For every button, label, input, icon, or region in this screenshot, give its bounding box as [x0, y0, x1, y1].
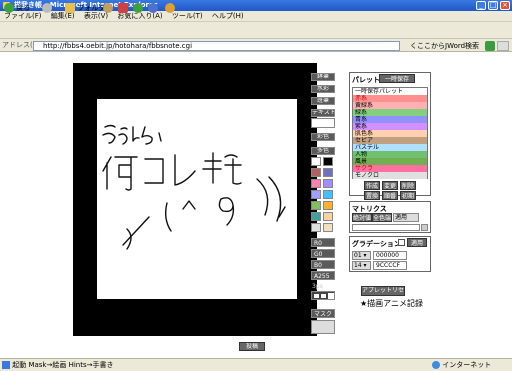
history-icon	[103, 3, 113, 13]
minimize-button[interactable]: _	[476, 1, 486, 10]
links-search[interactable]: くここからJWord検索	[410, 41, 479, 51]
color-swatch[interactable]	[323, 223, 333, 232]
drawing-strokes	[102, 124, 286, 250]
media-button[interactable]	[165, 3, 175, 14]
palette-item[interactable]: 青系	[353, 116, 427, 123]
maximize-button[interactable]: □	[488, 1, 498, 10]
palette-item[interactable]: 紫系	[353, 123, 427, 130]
color-swatch[interactable]	[311, 179, 321, 188]
matrix-spinner[interactable]	[421, 224, 428, 231]
color-swatch[interactable]	[323, 168, 333, 177]
palette-order-button[interactable]: 順番	[382, 191, 398, 200]
history-button[interactable]	[103, 3, 113, 14]
back-arrow-icon	[4, 3, 14, 13]
gradation-start-color[interactable]: 000000	[373, 251, 407, 260]
tool-brush[interactable]: 班筆	[311, 97, 335, 105]
color-swatch[interactable]	[323, 190, 333, 199]
tool-text[interactable]: テキスト	[311, 109, 335, 117]
palette-item[interactable]: サクラ	[353, 165, 427, 172]
color-swatch[interactable]	[311, 212, 321, 221]
palette-title: パレット	[352, 76, 380, 84]
palette-item[interactable]: モノクロ	[353, 172, 427, 179]
current-color-white[interactable]	[311, 118, 335, 128]
palette-item[interactable]: パステル	[353, 144, 427, 151]
matrix-action-select[interactable]: 適用	[393, 213, 419, 222]
gradation-apply-button[interactable]: 適用	[407, 238, 427, 247]
palette-item[interactable]: セピア	[353, 137, 427, 144]
tool-multicolor[interactable]: 多色	[311, 147, 335, 155]
palette-delete-button[interactable]: 削除	[400, 181, 416, 190]
home-icon	[148, 3, 158, 13]
gradation-checkbox[interactable]	[398, 239, 405, 246]
folder-button[interactable]: フォルダ	[65, 3, 105, 14]
slider-g[interactable]: G0	[311, 249, 335, 258]
tool-pencil[interactable]: 鉢筆	[311, 73, 335, 81]
color-swatch[interactable]	[323, 157, 333, 166]
url-input[interactable]: http://fbbs4.oebit.jp/hotohara/fbbsnote.…	[33, 41, 400, 51]
palette-item[interactable]: 肌色系	[353, 130, 427, 137]
palette-reset-button[interactable]: 初期	[400, 191, 416, 200]
matrix-mode-button[interactable]: 絶対値	[352, 213, 372, 222]
size-selector[interactable]	[311, 291, 335, 300]
gradation-title: グラデーション	[352, 240, 401, 248]
drawing-canvas[interactable]	[97, 99, 297, 299]
palette-list[interactable]: 一時保存パレット 赤系 黄緑系 緑系 青系 紫系 肌色系 セピア パステル 人物 風景 サクラ モノクロ	[352, 87, 428, 179]
color-swatch[interactable]	[311, 157, 321, 166]
palette-item[interactable]: 一時保存パレット	[353, 88, 427, 95]
globe-icon	[432, 361, 440, 369]
color-swatch[interactable]	[311, 168, 321, 177]
forward-button[interactable]	[42, 3, 52, 14]
color-swatch[interactable]	[323, 201, 333, 210]
palette-item[interactable]: 人物	[353, 151, 427, 158]
status-text: 起動 Mask→絵画 Hints→手書き	[12, 361, 114, 369]
menu-tools[interactable]: ツール(T)	[172, 12, 203, 20]
go-icon[interactable]	[485, 41, 495, 51]
temp-save-button[interactable]: 一時保存	[379, 74, 415, 83]
palette-item[interactable]: 風景	[353, 158, 427, 165]
color-swatch[interactable]	[311, 190, 321, 199]
post-button[interactable]: 投稿	[239, 342, 265, 351]
color-swatch[interactable]	[311, 223, 321, 232]
refresh-button[interactable]	[133, 3, 143, 14]
matrix-selection-button[interactable]: 全色端	[372, 213, 392, 222]
palette-replace-button[interactable]: 置換	[364, 191, 380, 200]
color-swatch[interactable]	[323, 212, 333, 221]
slider-b[interactable]: B0	[311, 260, 335, 269]
color-swatch[interactable]	[311, 201, 321, 210]
back-button[interactable]: 戻る	[4, 3, 30, 14]
refresh-icon	[133, 3, 143, 13]
close-button[interactable]: ×	[500, 1, 510, 10]
palette-item[interactable]: 赤系	[353, 95, 427, 102]
links-icon[interactable]	[497, 41, 509, 51]
applet-reset-button[interactable]: アプレットリセット	[361, 286, 405, 296]
media-icon	[165, 3, 175, 13]
matrix-input[interactable]	[352, 224, 420, 231]
tool-watercolor[interactable]: 水彩	[311, 85, 335, 93]
mask-button[interactable]: マスク	[311, 309, 335, 318]
menu-help[interactable]: ヘルプ(H)	[212, 12, 244, 20]
folder-icon	[65, 3, 75, 13]
palette-item[interactable]: 黄緑系	[353, 102, 427, 109]
gradation-start-select[interactable]: 01 ▾	[352, 251, 371, 260]
anime-record-link[interactable]: ★描画アニメ記録	[360, 298, 423, 309]
layer-preview[interactable]	[311, 320, 335, 334]
palette-change-button[interactable]: 変更	[382, 181, 398, 190]
stop-button[interactable]	[118, 3, 128, 14]
page-icon	[2, 361, 10, 369]
tool-color[interactable]: 彩色	[311, 133, 335, 141]
forward-arrow-icon	[42, 3, 52, 13]
palette-item[interactable]: 緑系	[353, 109, 427, 116]
zone-indicator: インターネット	[432, 360, 491, 370]
slider-a[interactable]: A255	[311, 271, 335, 280]
gradation-end-select[interactable]: 14 ▾	[352, 261, 371, 270]
palette-create-button[interactable]: 作成	[364, 181, 380, 190]
slider-r[interactable]: R0	[311, 238, 335, 247]
size-label: 3px	[312, 283, 324, 290]
browser-toolbar	[0, 22, 512, 39]
stop-icon	[118, 3, 128, 13]
gradation-end-color[interactable]: 9CCCCF	[373, 261, 407, 270]
color-swatch[interactable]	[323, 179, 333, 188]
home-button[interactable]	[148, 3, 158, 14]
